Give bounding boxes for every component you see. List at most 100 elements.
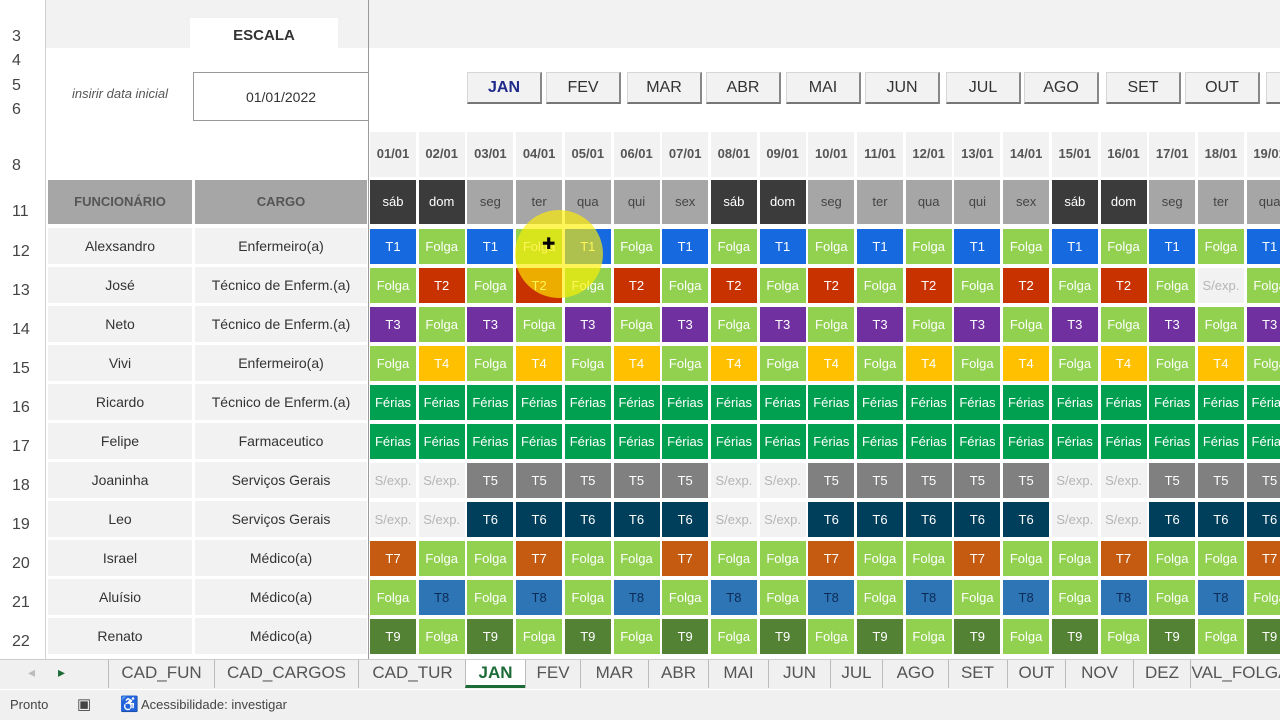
- shift-cell[interactable]: T1: [759, 229, 806, 264]
- shift-cell[interactable]: T5: [564, 463, 611, 498]
- shift-cell[interactable]: Folga: [905, 229, 952, 264]
- month-button-mai[interactable]: MAI: [786, 72, 861, 104]
- shift-cell[interactable]: T3: [1051, 307, 1098, 342]
- shift-cell[interactable]: Folga: [467, 268, 514, 303]
- employee-cargo[interactable]: Médico(a): [195, 579, 367, 615]
- employee-name[interactable]: José: [48, 267, 192, 303]
- shift-cell[interactable]: T5: [1246, 463, 1280, 498]
- employee-name[interactable]: Ricardo: [48, 384, 192, 420]
- shift-cell[interactable]: T1: [662, 229, 709, 264]
- shift-cell[interactable]: Folga: [710, 229, 757, 264]
- shift-cell[interactable]: Folga: [613, 541, 660, 576]
- shift-cell[interactable]: Folga: [710, 541, 757, 576]
- shift-cell[interactable]: Folga: [418, 541, 465, 576]
- shift-cell[interactable]: T6: [905, 502, 952, 537]
- shift-cell[interactable]: Férias: [954, 424, 1001, 459]
- shift-cell[interactable]: T3: [1246, 307, 1280, 342]
- shift-cell[interactable]: T6: [1246, 502, 1280, 537]
- shift-cell[interactable]: T5: [1149, 463, 1196, 498]
- shift-cell[interactable]: T2: [613, 268, 660, 303]
- shift-cell[interactable]: Férias: [1197, 424, 1244, 459]
- shift-cell[interactable]: Férias: [857, 424, 903, 459]
- shift-cell[interactable]: Folga: [1149, 268, 1196, 303]
- row-number[interactable]: 15: [0, 360, 44, 378]
- shift-cell[interactable]: T7: [662, 541, 709, 576]
- row-number[interactable]: 16: [0, 399, 44, 417]
- shift-cell[interactable]: T3: [467, 307, 514, 342]
- shift-cell[interactable]: T1: [1051, 229, 1098, 264]
- shift-cell[interactable]: T4: [1003, 346, 1050, 381]
- shift-cell[interactable]: Férias: [1149, 424, 1196, 459]
- sheet-tab-cad_cargos[interactable]: CAD_CARGOS: [214, 660, 358, 688]
- shift-cell[interactable]: Folga: [564, 580, 611, 615]
- shift-cell[interactable]: Férias: [808, 424, 855, 459]
- shift-cell[interactable]: Férias: [467, 424, 514, 459]
- shift-cell[interactable]: T1: [1149, 229, 1196, 264]
- shift-cell[interactable]: Férias: [1149, 385, 1196, 420]
- shift-cell[interactable]: T3: [564, 307, 611, 342]
- month-button-fev[interactable]: FEV: [546, 72, 621, 104]
- shift-cell[interactable]: Folga: [1051, 268, 1098, 303]
- shift-cell[interactable]: Folga: [418, 229, 465, 264]
- shift-cell[interactable]: T5: [808, 463, 855, 498]
- row-number[interactable]: 17: [0, 438, 44, 456]
- shift-cell[interactable]: Folga: [954, 268, 1001, 303]
- row-number[interactable]: 14: [0, 321, 44, 339]
- shift-cell[interactable]: S/exp.: [710, 463, 757, 498]
- macro-record-icon[interactable]: ▣: [77, 695, 91, 713]
- shift-cell[interactable]: Férias: [613, 385, 660, 420]
- shift-cell[interactable]: T9: [857, 619, 903, 654]
- shift-cell[interactable]: T5: [613, 463, 660, 498]
- shift-cell[interactable]: T3: [1149, 307, 1196, 342]
- shift-cell[interactable]: Folga: [759, 580, 806, 615]
- shift-cell[interactable]: Folga: [370, 346, 416, 381]
- shift-cell[interactable]: T9: [1149, 619, 1196, 654]
- employee-cargo[interactable]: Médico(a): [195, 618, 367, 654]
- shift-cell[interactable]: T6: [564, 502, 611, 537]
- sheet-tab-mar[interactable]: MAR: [580, 660, 648, 688]
- employee-name[interactable]: Felipe: [48, 423, 192, 459]
- shift-cell[interactable]: Folga: [857, 268, 903, 303]
- shift-cell[interactable]: S/exp.: [1100, 502, 1147, 537]
- shift-cell[interactable]: T5: [516, 463, 563, 498]
- shift-cell[interactable]: T9: [1051, 619, 1098, 654]
- shift-cell[interactable]: T6: [1197, 502, 1244, 537]
- employee-name[interactable]: Joaninha: [48, 462, 192, 498]
- shift-cell[interactable]: T4: [613, 346, 660, 381]
- accessibility-status[interactable]: Acessibilidade: investigar: [141, 697, 287, 712]
- shift-cell[interactable]: T6: [662, 502, 709, 537]
- shift-cell[interactable]: Folga: [516, 307, 563, 342]
- shift-cell[interactable]: Férias: [759, 385, 806, 420]
- shift-cell[interactable]: Folga: [1246, 580, 1280, 615]
- shift-cell[interactable]: Folga: [1149, 580, 1196, 615]
- scroll-tabs-left-icon[interactable]: ◂: [28, 664, 35, 681]
- shift-cell[interactable]: T8: [613, 580, 660, 615]
- shift-cell[interactable]: T7: [1100, 541, 1147, 576]
- employee-cargo[interactable]: Médico(a): [195, 540, 367, 576]
- shift-cell[interactable]: S/exp.: [370, 463, 416, 498]
- shift-cell[interactable]: Folga: [564, 541, 611, 576]
- employee-cargo[interactable]: Serviços Gerais: [195, 462, 367, 498]
- shift-cell[interactable]: Folga: [564, 346, 611, 381]
- shift-cell[interactable]: Férias: [1246, 385, 1280, 420]
- sheet-tab-cad_tur[interactable]: CAD_TUR: [358, 660, 466, 688]
- shift-cell[interactable]: Folga: [1246, 268, 1280, 303]
- shift-cell[interactable]: T7: [370, 541, 416, 576]
- shift-cell[interactable]: T4: [516, 346, 563, 381]
- row-number[interactable]: 3: [0, 28, 44, 46]
- employee-name[interactable]: Renato: [48, 618, 192, 654]
- shift-cell[interactable]: Férias: [1246, 424, 1280, 459]
- employee-cargo[interactable]: Enfermeiro(a): [195, 228, 367, 264]
- employee-cargo[interactable]: Técnico de Enferm.(a): [195, 267, 367, 303]
- shift-cell[interactable]: Férias: [662, 385, 709, 420]
- shift-cell[interactable]: Folga: [467, 580, 514, 615]
- shift-cell[interactable]: Folga: [418, 307, 465, 342]
- shift-cell[interactable]: T1: [370, 229, 416, 264]
- shift-cell[interactable]: Folga: [857, 541, 903, 576]
- shift-cell[interactable]: T3: [662, 307, 709, 342]
- shift-cell[interactable]: Folga: [516, 619, 563, 654]
- shift-cell[interactable]: Férias: [1051, 385, 1098, 420]
- shift-cell[interactable]: T7: [516, 541, 563, 576]
- shift-cell[interactable]: Folga: [662, 346, 709, 381]
- shift-cell[interactable]: Folga: [1051, 346, 1098, 381]
